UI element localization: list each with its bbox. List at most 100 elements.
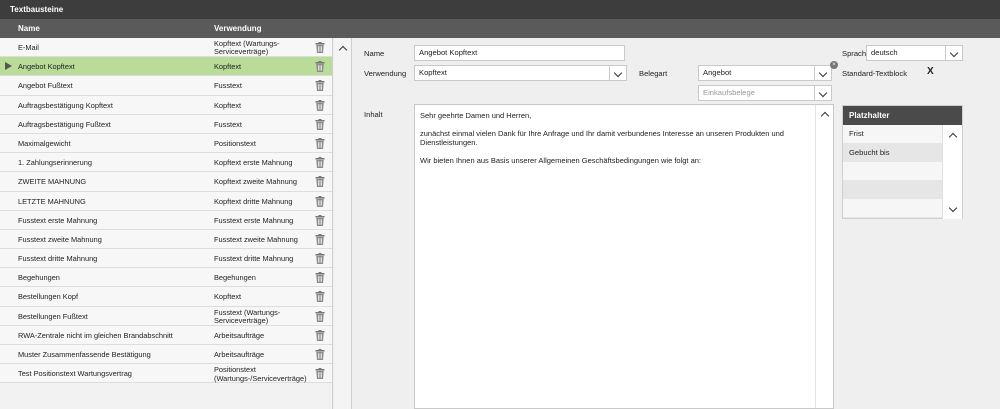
scroll-up-icon[interactable] [338,45,348,55]
row-name: LETZTE MAHNUNG [18,196,86,206]
table-row[interactable]: ZWEITE MAHNUNG Kopftext zweite Mahnung [0,172,332,192]
table-row[interactable]: 1. Zahlungserinnerung Kopftext erste Mah… [0,153,332,173]
row-usage: Fusstext [214,119,242,129]
row-name: Auftragsbestätigung Fußtext [18,119,111,129]
placeholder-item[interactable] [843,162,944,181]
table-row[interactable]: Fusstext erste Mahnung Fusstext erste Ma… [0,210,332,230]
placeholder-header: Platzhalter [843,106,962,125]
table-row[interactable]: Fusstext zweite Mahnung Fusstext zweite … [0,229,332,250]
doctype-select-value: Angebot [703,68,732,77]
list-scrollbar[interactable] [334,38,352,409]
content-editor[interactable]: Sehr geehrte Damen und Herren, zunächst … [414,104,834,409]
table-row[interactable]: Maximalgewicht Positionstext [0,133,332,154]
row-name: Auftragsbestätigung Kopftext [18,100,113,110]
trash-icon[interactable] [315,214,325,226]
row-usage: Positionstext (Wartungs-/Serviceverträge… [214,366,307,383]
row-usage: Kopftext dritte Mahnung [214,196,293,206]
table-row[interactable]: RWA-Zentrale nicht im gleichen Brandabsc… [0,325,332,345]
table-row[interactable]: Bestellungen Fußtext Fusstext (Wartungs-… [0,306,332,326]
row-name: Fusstext dritte Mahnung [18,254,98,264]
trash-icon[interactable] [315,118,325,130]
placeholder-item[interactable] [843,199,944,218]
row-name: Test Positionstext Wartungsvertrag [18,369,132,379]
trash-icon[interactable] [315,42,325,53]
row-usage: Begehungen [214,273,256,283]
row-usage: Kopftext [214,292,242,302]
selected-row-pointer-icon [5,62,12,71]
placeholder-item[interactable] [843,180,944,200]
trash-icon[interactable] [315,157,325,169]
content-paragraph: Wir bieten Ihnen aus Basis unserer Allge… [420,156,702,165]
trash-icon[interactable] [315,368,325,380]
content-scrollbar[interactable] [815,105,833,408]
row-usage: Kopftext erste Mahnung [214,158,293,168]
row-usage: Fusstext [214,81,242,91]
chevron-down-icon[interactable] [814,85,832,101]
name-input[interactable]: Angebot Kopftext [414,45,625,61]
content-label: Inhalt [364,110,383,119]
row-usage: Fusstext (Wartungs-Serviceverträge) [214,308,281,326]
chevron-down-icon[interactable] [945,45,963,61]
table-row[interactable]: Angebot Fußtext Fusstext [0,76,332,96]
trash-icon[interactable] [315,310,325,322]
scroll-up-icon[interactable] [948,132,958,142]
placeholder-item[interactable]: Gebucht bis [843,143,944,163]
table-row[interactable]: Fusstext dritte Mahnung Fusstext dritte … [0,249,332,269]
trash-icon[interactable] [315,137,325,149]
trash-icon[interactable] [315,80,325,92]
row-usage: Kopftext [214,62,242,72]
row-name: Angebot Fußtext [18,81,73,91]
placeholder-scrollbar[interactable] [942,125,962,219]
trash-icon[interactable] [315,329,325,341]
column-usage-header[interactable]: Verwendung [214,19,262,38]
row-name: Angebot Kopftext [18,62,75,72]
row-name: ZWEITE MAHNUNG [18,177,87,187]
table-row[interactable]: Auftragsbestätigung Kopftext Kopftext [0,95,332,115]
clear-icon[interactable]: × [830,61,838,69]
content-paragraph: zunächst einmal vielen Dank für Ihre Anf… [420,129,784,147]
row-usage: Kopftext (Wartungs-Serviceverträge) [214,40,280,57]
trash-icon[interactable] [315,349,325,360]
doctype-select[interactable]: Angebot [698,65,832,81]
placeholder-item[interactable]: Frist [843,125,944,144]
table-row[interactable]: Bestellungen Kopf Kopftext [0,287,332,307]
trash-icon[interactable] [315,195,325,207]
textblock-list: E-Mail Kopftext (Wartungs-Serviceverträg… [0,38,333,409]
doctype-secondary-select[interactable]: Einkaufsbelege [698,85,832,101]
row-name: Bestellungen Kopf [18,292,78,302]
table-row[interactable]: LETZTE MAHNUNG Kopftext dritte Mahnung [0,191,332,211]
trash-icon[interactable] [315,176,325,188]
row-usage: Arbeitsaufträge [214,330,265,340]
row-name: E-Mail [18,43,39,52]
table-row[interactable]: Auftragsbestätigung Fußtext Fusstext [0,114,332,134]
usage-select[interactable]: Kopftext [414,65,627,81]
language-select[interactable]: deutsch [866,45,963,61]
standard-textblock-checkbox[interactable]: X [927,66,934,77]
chevron-down-icon[interactable] [609,65,627,81]
chevron-down-icon[interactable] [814,65,832,81]
row-usage: Fusstext zweite Mahnung [214,234,298,244]
table-row[interactable]: Muster Zusammenfassende Bestätigung Arbe… [0,345,332,365]
column-header: Name Verwendung [0,19,1000,38]
trash-icon[interactable] [315,272,325,284]
table-row[interactable]: Begehungen Begehungen [0,268,332,288]
table-row[interactable]: E-Mail Kopftext (Wartungs-Serviceverträg… [0,38,332,58]
trash-icon[interactable] [315,253,325,265]
scroll-down-icon[interactable] [948,203,958,213]
row-usage: Kopftext [214,100,242,110]
scroll-up-icon[interactable] [820,111,830,121]
name-label: Name [364,49,385,58]
trash-icon[interactable] [315,233,325,245]
trash-icon[interactable] [315,61,325,73]
column-name-header[interactable]: Name [18,19,40,38]
trash-icon[interactable] [315,291,325,303]
table-row[interactable]: Test Positionstext Wartungsvertrag Posit… [0,364,332,384]
table-row[interactable]: Angebot Kopftext Kopftext [0,57,332,77]
row-usage: Kopftext zweite Mahnung [214,177,297,187]
row-usage: Arbeitsaufträge [214,350,265,359]
doctype-secondary-placeholder: Einkaufsbelege [703,88,755,97]
row-name: 1. Zahlungserinnerung [18,158,92,168]
usage-label: Verwendung [364,69,407,78]
row-name: Bestellungen Fußtext [18,311,88,321]
trash-icon[interactable] [315,99,325,111]
